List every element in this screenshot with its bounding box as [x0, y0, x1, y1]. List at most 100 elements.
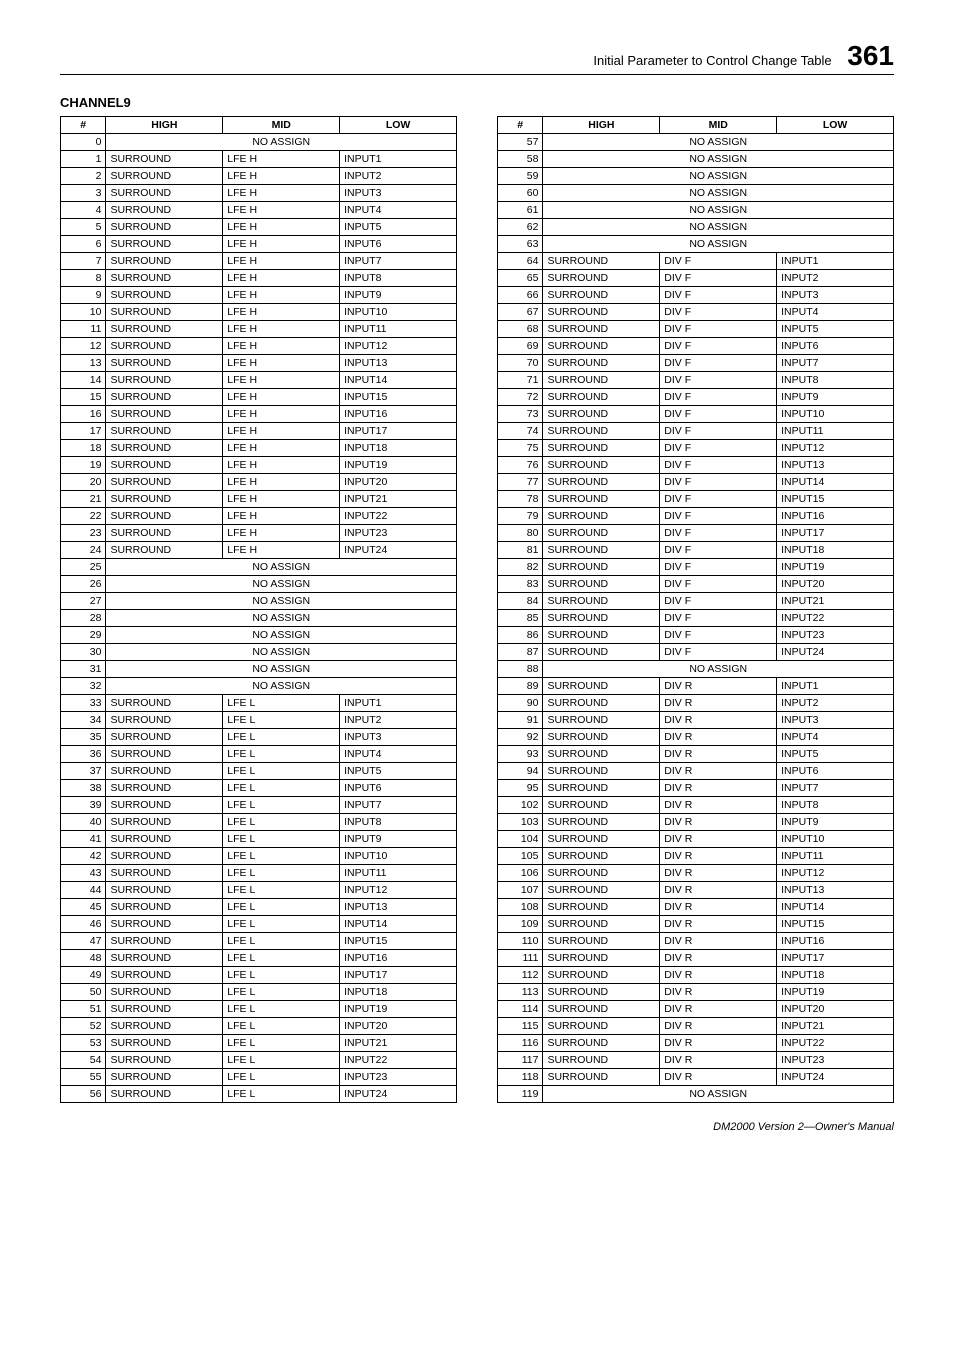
cell-no-assign: NO ASSIGN — [543, 661, 894, 678]
cell-mid: LFE H — [223, 287, 340, 304]
cell-mid: LFE L — [223, 1086, 340, 1103]
cell-mid: DIV F — [660, 542, 777, 559]
cell-low: INPUT18 — [777, 542, 894, 559]
cell-low: INPUT6 — [777, 338, 894, 355]
cell-mid: DIV R — [660, 899, 777, 916]
cell-low: INPUT9 — [777, 814, 894, 831]
cell-num: 13 — [61, 355, 106, 372]
table-row: 49SURROUNDLFE LINPUT17 — [61, 967, 457, 984]
table-row: 25NO ASSIGN — [61, 559, 457, 576]
table-row: 51SURROUNDLFE LINPUT19 — [61, 1001, 457, 1018]
table-row: 115SURROUNDDIV RINPUT21 — [498, 1018, 894, 1035]
cell-mid: LFE H — [223, 389, 340, 406]
cell-mid: DIV R — [660, 1001, 777, 1018]
cell-mid: DIV F — [660, 423, 777, 440]
table-row: 14SURROUNDLFE HINPUT14 — [61, 372, 457, 389]
table-row: 12SURROUNDLFE HINPUT12 — [61, 338, 457, 355]
cell-num: 54 — [61, 1052, 106, 1069]
cell-num: 2 — [61, 168, 106, 185]
cell-num: 67 — [498, 304, 543, 321]
cell-mid: LFE H — [223, 491, 340, 508]
cell-low: INPUT24 — [777, 1069, 894, 1086]
cell-high: SURROUND — [543, 304, 660, 321]
table-row: 80SURROUNDDIV FINPUT17 — [498, 525, 894, 542]
cell-high: SURROUND — [106, 185, 223, 202]
table-row: 15SURROUNDLFE HINPUT15 — [61, 389, 457, 406]
table-row: 119NO ASSIGN — [498, 1086, 894, 1103]
cell-mid: LFE L — [223, 916, 340, 933]
table-row: 35SURROUNDLFE LINPUT3 — [61, 729, 457, 746]
cell-high: SURROUND — [543, 355, 660, 372]
cell-num: 82 — [498, 559, 543, 576]
cell-low: INPUT10 — [340, 304, 457, 321]
footer-text: DM2000 Version 2—Owner's Manual — [60, 1121, 894, 1133]
cell-low: INPUT4 — [777, 304, 894, 321]
cell-high: SURROUND — [543, 916, 660, 933]
table-row: 2SURROUNDLFE HINPUT2 — [61, 168, 457, 185]
cell-high: SURROUND — [543, 559, 660, 576]
cell-high: SURROUND — [106, 287, 223, 304]
cell-high: SURROUND — [106, 423, 223, 440]
table-row: 69SURROUNDDIV FINPUT6 — [498, 338, 894, 355]
cell-high: SURROUND — [543, 542, 660, 559]
cell-high: SURROUND — [106, 321, 223, 338]
cell-no-assign: NO ASSIGN — [543, 151, 894, 168]
table-row: 44SURROUNDLFE LINPUT12 — [61, 882, 457, 899]
cell-low: INPUT15 — [777, 491, 894, 508]
table-row: 61NO ASSIGN — [498, 202, 894, 219]
table-row: 77SURROUNDDIV FINPUT14 — [498, 474, 894, 491]
table-row: 6SURROUNDLFE HINPUT6 — [61, 236, 457, 253]
cell-high: SURROUND — [543, 610, 660, 627]
cell-low: INPUT5 — [340, 219, 457, 236]
cell-mid: DIV R — [660, 865, 777, 882]
cell-num: 47 — [61, 933, 106, 950]
left-table: # HIGH MID LOW 0NO ASSIGN1SURROUNDLFE HI… — [60, 116, 457, 1103]
table-row: 7SURROUNDLFE HINPUT7 — [61, 253, 457, 270]
cell-no-assign: NO ASSIGN — [106, 627, 457, 644]
cell-num: 19 — [61, 457, 106, 474]
cell-low: INPUT22 — [340, 508, 457, 525]
cell-num: 83 — [498, 576, 543, 593]
cell-num: 24 — [61, 542, 106, 559]
cell-num: 48 — [61, 950, 106, 967]
cell-no-assign: NO ASSIGN — [543, 236, 894, 253]
cell-high: SURROUND — [106, 389, 223, 406]
cell-low: INPUT4 — [777, 729, 894, 746]
cell-low: INPUT8 — [777, 797, 894, 814]
cell-mid: DIV R — [660, 831, 777, 848]
cell-low: INPUT7 — [340, 253, 457, 270]
cell-low: INPUT5 — [340, 763, 457, 780]
cell-high: SURROUND — [543, 508, 660, 525]
cell-num: 8 — [61, 270, 106, 287]
table-row: 0NO ASSIGN — [61, 134, 457, 151]
cell-mid: DIV F — [660, 576, 777, 593]
cell-mid: LFE H — [223, 253, 340, 270]
cell-high: SURROUND — [106, 372, 223, 389]
cell-low: INPUT12 — [340, 882, 457, 899]
table-row: 93SURROUNDDIV RINPUT5 — [498, 746, 894, 763]
cell-no-assign: NO ASSIGN — [543, 1086, 894, 1103]
cell-num: 112 — [498, 967, 543, 984]
cell-num: 65 — [498, 270, 543, 287]
cell-high: SURROUND — [543, 474, 660, 491]
table-row: 58NO ASSIGN — [498, 151, 894, 168]
cell-num: 61 — [498, 202, 543, 219]
cell-num: 41 — [61, 831, 106, 848]
cell-num: 111 — [498, 950, 543, 967]
cell-high: SURROUND — [543, 644, 660, 661]
cell-num: 0 — [61, 134, 106, 151]
cell-high: SURROUND — [106, 882, 223, 899]
cell-mid: DIV F — [660, 491, 777, 508]
cell-low: INPUT5 — [777, 321, 894, 338]
table-row: 31NO ASSIGN — [61, 661, 457, 678]
table-row: 92SURROUNDDIV RINPUT4 — [498, 729, 894, 746]
cell-num: 84 — [498, 593, 543, 610]
cell-mid: DIV F — [660, 389, 777, 406]
table-row: 85SURROUNDDIV FINPUT22 — [498, 610, 894, 627]
cell-low: INPUT22 — [777, 1035, 894, 1052]
cell-mid: DIV R — [660, 729, 777, 746]
cell-low: INPUT9 — [340, 287, 457, 304]
cell-num: 119 — [498, 1086, 543, 1103]
cell-mid: LFE L — [223, 712, 340, 729]
table-row: 62NO ASSIGN — [498, 219, 894, 236]
